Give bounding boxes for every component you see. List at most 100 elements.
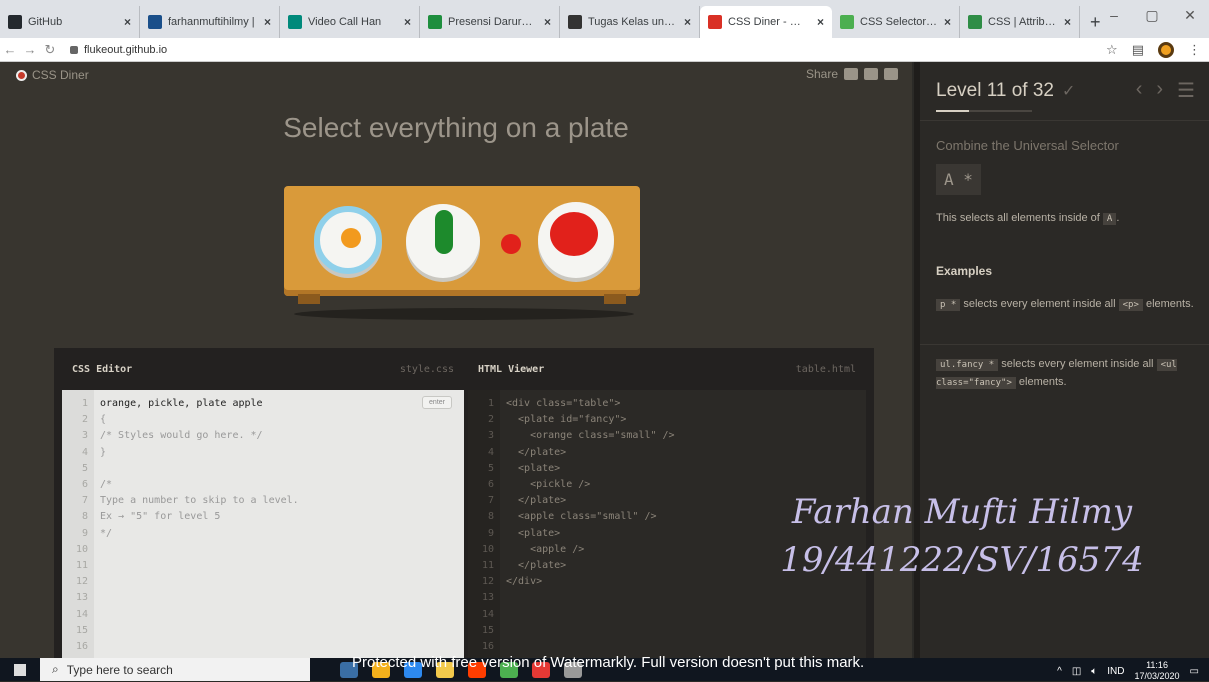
github-icon <box>8 15 22 29</box>
markup-line[interactable] <box>506 590 866 606</box>
star-icon[interactable]: ☆ <box>1106 42 1118 58</box>
back-icon[interactable]: ← <box>0 42 20 57</box>
meet-icon <box>288 15 302 29</box>
start-button[interactable] <box>0 663 40 676</box>
browser-tab[interactable]: CSS Diner - Where × <box>700 6 832 38</box>
line-number: 6 <box>81 479 88 491</box>
network-icon[interactable]: ◫ <box>1072 666 1081 677</box>
close-window-button[interactable]: ✕ <box>1171 0 1209 30</box>
close-tab-icon[interactable]: × <box>817 15 824 29</box>
minimize-button[interactable]: – <box>1095 0 1133 30</box>
browser-tab[interactable]: CSS Selectors Refe × <box>832 6 960 38</box>
orange[interactable] <box>341 228 361 248</box>
menu-icon[interactable]: ⋮ <box>1188 42 1201 58</box>
forward-icon[interactable]: → <box>20 42 40 57</box>
css-editor-header: CSS Editor style.css <box>62 348 464 390</box>
css-editor-body[interactable]: 1 2 3 4 5 6 7 8 9 10 11 12 13 14 15 16 orange, pickle, … <box>62 390 464 658</box>
code-line: Type a number to skip to a level. <box>100 495 299 507</box>
line-number: 9 <box>487 527 494 539</box>
line-number: 3 <box>487 430 494 442</box>
order-instruction: Select everything on a plate <box>283 112 629 143</box>
url-field[interactable]: flukeout.github.io <box>70 44 167 56</box>
description-tag: A <box>1102 213 1117 225</box>
browser-tab[interactable]: GitHub × <box>0 6 140 38</box>
markup-line[interactable] <box>506 607 866 623</box>
enter-button[interactable]: enter <box>422 396 452 409</box>
browser-tab[interactable]: CSS | Attribute Sel × <box>960 6 1080 38</box>
apple-small[interactable] <box>501 234 521 254</box>
clock-date: 17/03/2020 <box>1134 671 1180 681</box>
notification-icon[interactable]: ▭ <box>1190 666 1199 677</box>
level-menu-icon[interactable]: ☰ <box>1177 78 1195 103</box>
browser-tab[interactable]: Tugas Kelas untuk × <box>560 6 700 38</box>
line-number: 2 <box>81 414 88 426</box>
level-text: Level 11 of 32 <box>936 80 1054 101</box>
tab-title: CSS Diner - Where <box>728 16 811 28</box>
language-indicator[interactable]: IND <box>1107 666 1124 677</box>
tab-title: CSS | Attribute Sel <box>988 16 1058 28</box>
markup-line[interactable] <box>506 639 866 655</box>
markup-line[interactable]: <div class="table"> <box>506 396 866 412</box>
selector-name: Combine the Universal Selector <box>936 138 1119 153</box>
css-selector-input[interactable]: orange, pickle, plate apple <box>100 396 464 412</box>
browser-tab[interactable]: farhanmuftihilmy | × <box>140 6 280 38</box>
volume-icon[interactable]: 🔈︎ <box>1091 666 1097 677</box>
divider <box>920 120 1209 121</box>
markup-line[interactable] <box>506 623 866 639</box>
clock[interactable]: 11:16 17/03/2020 <box>1135 660 1180 682</box>
line-numbers: 1 2 3 4 5 6 7 8 9 10 11 12 13 14 15 16 <box>62 390 94 658</box>
close-tab-icon[interactable]: × <box>1064 15 1071 29</box>
tab-title: Video Call Han <box>308 16 382 28</box>
search-icon: ⌕ <box>52 662 59 676</box>
tab-title: CSS Selectors Refe <box>860 16 938 28</box>
browser-tabbar: GitHub × farhanmuftihilmy | × Video Call Han… <box>0 0 1209 38</box>
twitter-icon[interactable] <box>884 68 898 80</box>
email-icon[interactable] <box>844 68 858 80</box>
dining-table <box>284 186 644 320</box>
extension-icon[interactable] <box>1158 41 1174 58</box>
code-line: Ex → "5" for level 5 <box>100 511 221 523</box>
pickle[interactable] <box>435 210 453 254</box>
next-level-icon[interactable]: › <box>1156 78 1163 103</box>
css-code[interactable]: orange, pickle, plate apple {/* Styles wo… <box>94 390 464 658</box>
line-number: 7 <box>487 495 494 507</box>
close-tab-icon[interactable]: × <box>544 15 551 29</box>
facebook-icon[interactable] <box>864 68 878 80</box>
tab-title: farhanmuftihilmy | <box>168 16 255 28</box>
taskbar-search[interactable]: ⌕ Type here to search <box>40 658 310 681</box>
line-number: 12 <box>75 576 88 588</box>
markup-line[interactable]: </plate> <box>506 445 866 461</box>
line-numbers: 1 2 3 4 5 6 7 8 9 10 11 12 13 14 15 16 <box>468 390 500 658</box>
reload-icon[interactable]: ↻ <box>40 42 60 58</box>
description-text: This selects all elements inside of <box>936 212 1100 224</box>
close-tab-icon[interactable]: × <box>404 15 411 29</box>
check-icon: ✓ <box>1061 83 1076 100</box>
markup-line[interactable]: <plate> <box>506 461 866 477</box>
logo[interactable]: CSS Diner <box>16 68 89 82</box>
close-tab-icon[interactable]: × <box>264 15 271 29</box>
example-item: ul.fancy * selects every element inside … <box>936 356 1198 392</box>
line-number: 1 <box>487 398 494 409</box>
close-tab-icon[interactable]: × <box>944 15 951 29</box>
previous-level-icon[interactable]: ‹ <box>1136 78 1143 103</box>
markup-line[interactable]: <plate id="fancy"> <box>506 412 866 428</box>
browser-tab[interactable]: Video Call Han × <box>280 6 420 38</box>
close-tab-icon[interactable]: × <box>684 15 691 29</box>
reader-icon[interactable]: ▤ <box>1132 42 1144 58</box>
line-number: 8 <box>487 511 494 523</box>
code-line: */ <box>100 527 113 539</box>
close-tab-icon[interactable]: × <box>124 15 131 29</box>
browser-tab[interactable]: Presensi Darurat T × <box>420 6 560 38</box>
apple[interactable] <box>550 212 598 256</box>
tray-up-icon[interactable]: ^ <box>1057 666 1062 677</box>
maximize-button[interactable]: ▢ <box>1133 0 1171 30</box>
line-number: 10 <box>75 543 88 555</box>
line-number: 1 <box>81 398 88 409</box>
markup-line[interactable]: <orange class="small" /> <box>506 428 866 444</box>
